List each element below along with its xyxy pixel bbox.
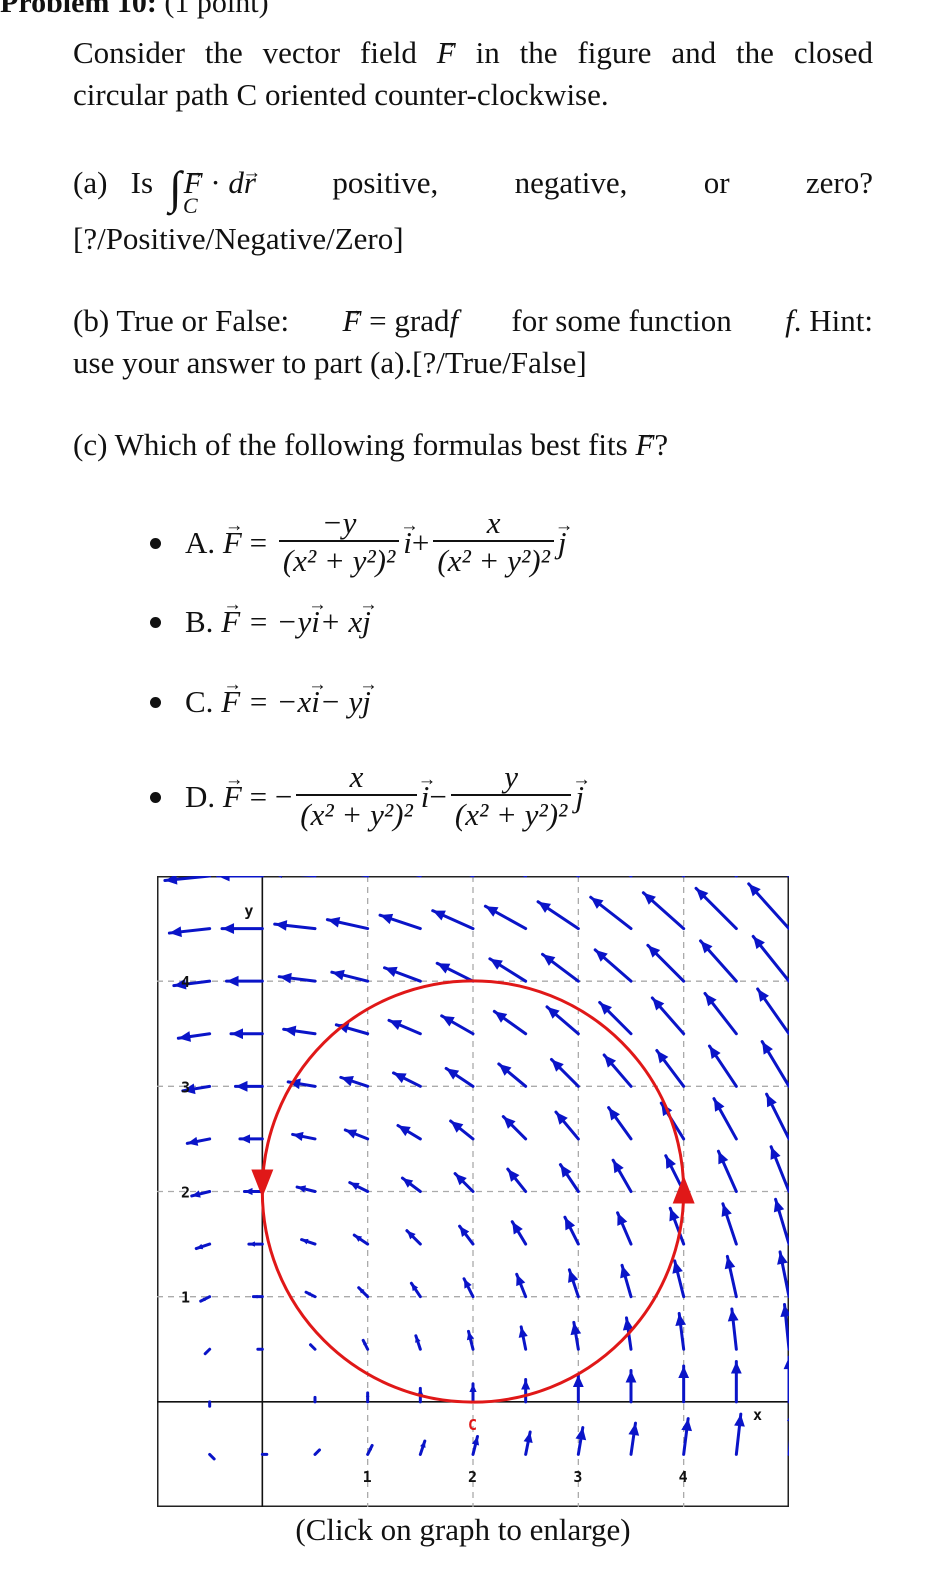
bullet-icon (150, 696, 161, 708)
bullet-icon (150, 616, 161, 628)
problem-points: (1 point) (164, 0, 269, 19)
function-f: f (785, 303, 794, 338)
unit-j: j (558, 525, 567, 561)
numerator: −y (321, 505, 357, 540)
intro-line-2: circular path C oriented counter-clockwi… (73, 77, 609, 112)
vector-F: F (223, 779, 242, 815)
vector-F: F (221, 684, 240, 720)
part-b-text: (b) True or False: (73, 303, 290, 338)
vector-F: F (342, 300, 361, 342)
intro-text: Consider the vector field (73, 35, 417, 70)
part-b-text: for some function (511, 303, 732, 338)
y-tick-label: 4 (181, 973, 190, 991)
expr: = −x (247, 684, 312, 719)
y-tick-label: 1 (181, 1289, 190, 1307)
y-axis-label: y (244, 902, 253, 920)
function-f: f (449, 303, 459, 338)
part-b-answer-select[interactable]: use your answer to part (a).[?/True/Fals… (73, 342, 873, 384)
x-tick-label: 2 (468, 1468, 477, 1486)
x-tick-label: 3 (573, 1468, 582, 1486)
denominator: (x² + y²)² (296, 794, 417, 834)
option-b[interactable]: B. F = −yi+ xj (150, 604, 371, 640)
option-letter: C. (185, 684, 214, 719)
option-letter: A. (185, 525, 216, 560)
part-b-hint: . Hint: (793, 303, 873, 338)
word-positive: positive, (332, 165, 439, 200)
expr: = −y (247, 604, 312, 639)
unit-i: i (311, 604, 320, 640)
vector-F: F (221, 604, 240, 640)
unit-i: i (403, 525, 412, 561)
y-tick-label: 2 (181, 1184, 190, 1202)
option-c[interactable]: C. F = −xi− yj (150, 684, 371, 720)
part-c-question: (c) Which of the following formulas best… (73, 424, 873, 466)
part-b-text: = grad (369, 303, 450, 338)
integral-sign: ∫ C (169, 165, 198, 219)
vector-F: F (223, 525, 242, 561)
unit-i: i (311, 684, 320, 720)
vector-F: F (184, 162, 203, 204)
word-or: or (703, 165, 730, 200)
part-a-question: (a) Is∫CF · dr positive, negative, or ze… (73, 162, 873, 219)
intro-text: in the figure and the closed (475, 35, 874, 70)
part-a-answer-select[interactable]: [?/Positive/Negative/Zero] (73, 218, 873, 260)
intro-line-1: Consider the vector field F in the figur… (73, 32, 873, 74)
vector-F: F (635, 424, 654, 466)
x-tick-label: 4 (679, 1468, 688, 1486)
unit-j: j (362, 684, 371, 720)
denominator: (x² + y²)² (433, 540, 554, 580)
denominator: (x² + y²)² (450, 794, 572, 834)
numerator: x (486, 505, 501, 540)
denominator: (x² + y²)² (278, 540, 400, 580)
y-tick-label: 3 (181, 1078, 190, 1096)
bullet-icon (150, 791, 161, 803)
problem-title: Problem 10: (0, 0, 157, 19)
numerator: x (349, 759, 364, 794)
x-axis-label: x (753, 1406, 762, 1424)
unit-j: j (362, 604, 371, 640)
dot-operator: · (210, 165, 221, 200)
vector-field-graph[interactable]: 1 2 3 4 1 2 3 4 x y C (157, 876, 789, 1507)
question-mark: ? (654, 427, 669, 462)
numerator: y (504, 759, 518, 794)
fraction: x (x² + y²)² (296, 759, 417, 834)
option-a[interactable]: A. F = −y(x² + y²)²i+ x(x² + y²)²j (150, 506, 566, 580)
word-negative: negative, (514, 165, 628, 200)
fraction: −y (x² + y²)² (278, 505, 400, 580)
part-c-text: (c) Which of the following formulas best… (73, 427, 628, 462)
x-tick-label: 1 (363, 1468, 372, 1486)
curve-label: C (468, 1416, 477, 1434)
problem-header: Problem 10: (1 point) (0, 0, 269, 20)
option-letter: B. (185, 604, 214, 639)
fraction: y (x² + y²)² (450, 759, 572, 834)
option-letter: D. (185, 779, 216, 814)
operator: − (274, 779, 293, 814)
vector-F: F (437, 32, 456, 74)
bullet-icon (150, 537, 161, 549)
fraction: x (x² + y²)² (433, 505, 554, 580)
part-b-question: (b) True or False: F = gradf for some fu… (73, 300, 873, 342)
unit-j: j (575, 779, 584, 815)
word-zero: zero? (805, 165, 873, 200)
part-a-label: (a) (73, 165, 108, 200)
enlarge-graph-link[interactable]: (Click on graph to enlarge) (0, 1512, 926, 1548)
part-a-is: Is (130, 165, 154, 200)
vector-r: r (244, 162, 256, 204)
option-d[interactable]: D. F = − x(x² + y²)²i− y(x² + y²)²j (150, 760, 584, 834)
unit-i: i (421, 779, 430, 815)
